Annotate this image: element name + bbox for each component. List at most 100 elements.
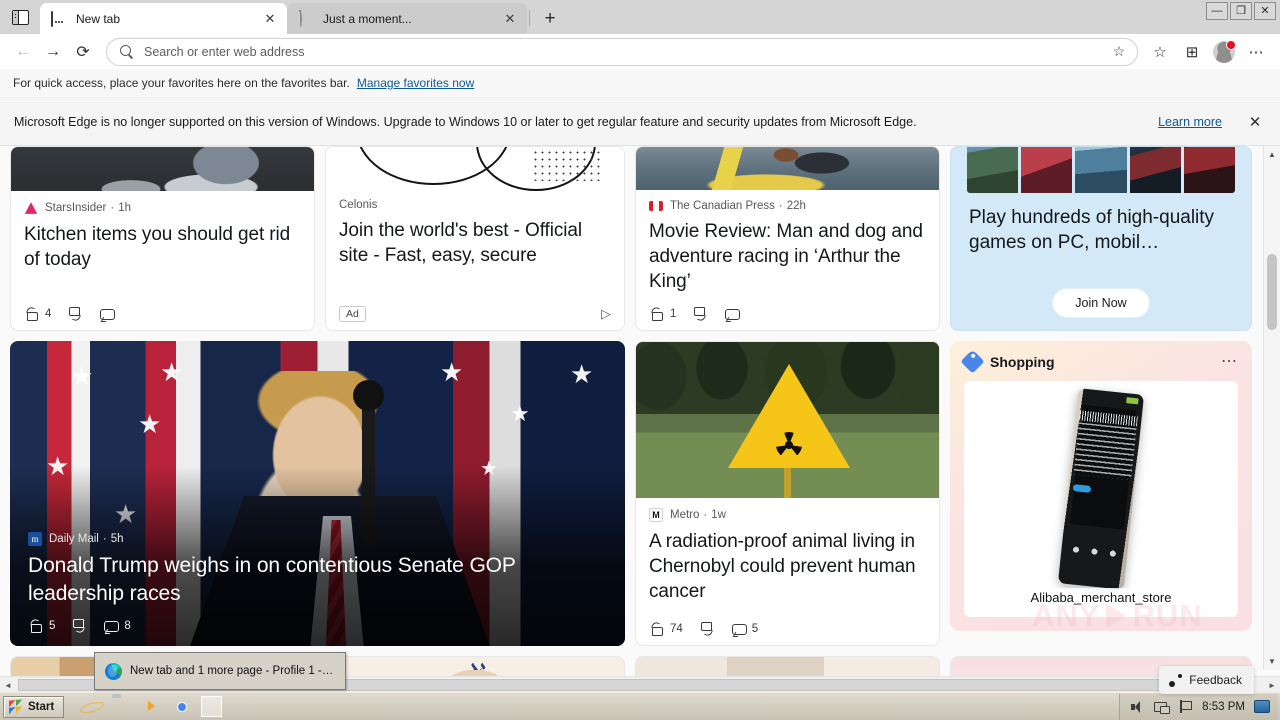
restore-button[interactable]: ❐ [1230,2,1252,20]
comment-button[interactable] [99,306,116,322]
comment-button[interactable] [724,306,741,322]
thumbs-up-icon [24,306,40,322]
vertical-scrollbar-thumb[interactable] [1267,254,1277,330]
ad-thumbnail [326,147,624,191]
shopping-product-card[interactable]: Alibaba_merchant_store [964,381,1238,617]
scroll-up-icon[interactable]: ▲ [1264,146,1280,163]
scroll-down-icon[interactable]: ▼ [1264,653,1280,670]
feedback-button[interactable]: Feedback [1159,666,1254,694]
profile-avatar-icon[interactable] [1208,38,1240,66]
shopping-title: Shopping [990,353,1055,370]
dislike-button[interactable] [692,306,708,322]
tab-title: Just a moment... [323,11,412,26]
minimize-button[interactable]: — [1206,2,1228,20]
card-source: m Daily Mail · 5h [28,532,607,546]
ad-info-icon[interactable]: ▷ [601,306,611,322]
card-actions: 5 8 [28,608,607,634]
ad-card-celonis[interactable]: Celonis Join the world's best - Official… [325,146,625,331]
source-name: Metro [670,509,700,521]
comment-icon [731,621,747,637]
windows-media-player-icon[interactable] [142,697,161,716]
windows-taskbar: Start 8:53 PM [0,692,1280,720]
ad-advertiser: Celonis [339,199,611,211]
quick-launch-bar [82,696,223,717]
system-tray: 8:53 PM [1119,693,1278,720]
thumbs-down-icon [692,306,708,322]
join-now-button[interactable]: Join Now [1052,288,1150,318]
microsoft-edge-icon[interactable] [201,696,223,717]
dislike-button[interactable] [67,306,83,322]
like-button[interactable]: 1 [649,306,676,322]
thumbs-up-icon [649,306,665,322]
banner-close-icon[interactable]: ✕ [1244,113,1266,131]
like-button[interactable]: 5 [28,618,55,634]
thumbs-up-icon [28,618,44,634]
like-count: 5 [49,620,56,632]
display-icon[interactable] [1254,700,1270,713]
tab-title: New tab [76,11,121,26]
windows-logo-icon [9,699,23,714]
price-tag-icon [960,349,985,374]
source-time: 5h [110,533,124,545]
comment-icon [724,306,741,322]
tab-new-tab[interactable]: New tab ✕ [40,3,287,34]
comment-button[interactable]: 8 [103,618,131,634]
google-chrome-icon[interactable] [172,697,191,716]
favorites-list-icon[interactable]: ☆ [1144,38,1176,66]
more-options-icon[interactable]: ⋯ [1221,353,1238,370]
dislike-button[interactable] [699,621,715,637]
news-feed: StarsInsider · 1h Kitchen items you shou… [0,146,1264,686]
thumbs-down-icon [699,621,715,637]
internet-explorer-icon[interactable] [82,697,101,716]
source-time: 1h [118,202,131,214]
comment-icon [99,306,116,322]
start-button[interactable]: Start [3,695,65,718]
new-tab-button[interactable]: + [536,4,564,32]
star-plus-icon[interactable]: ☆ [1107,40,1131,64]
card-actions: 1 [649,294,926,322]
news-card-daily-mail[interactable]: ★ ★ ★ ★ ★ ★ ★ ★ ★ [10,341,625,646]
card-headline: Kitchen items you should get rid of toda… [24,224,291,270]
vertical-scrollbar[interactable]: ▲ ▼ [1263,146,1280,670]
tab-divider [529,10,530,26]
network-icon[interactable] [1154,700,1171,714]
like-count: 74 [670,623,683,635]
back-button[interactable]: ← [8,38,38,66]
manage-favorites-link[interactable]: Manage favorites now [357,76,474,90]
like-button[interactable]: 4 [24,306,51,322]
shopping-panel: Shopping ⋯ Alibaba_merchant_store [950,341,1252,631]
collections-icon[interactable]: ⊞ [1176,38,1208,66]
source-time: 1w [711,509,726,521]
more-options-icon[interactable]: ⋯ [1240,38,1272,66]
news-card-starsinsider[interactable]: StarsInsider · 1h Kitchen items you shou… [10,146,315,331]
forward-button[interactable]: → [38,38,68,66]
close-button[interactable]: ✕ [1254,2,1276,20]
card-actions: 74 5 [649,609,926,637]
scroll-left-icon[interactable]: ◄ [0,677,16,693]
gamepass-promo-card[interactable]: Play hundreds of high-quality games on P… [950,146,1252,331]
tab-close-button[interactable]: ✕ [499,8,521,30]
card-actions: 4 [24,294,301,322]
taskbar-clock[interactable]: 8:53 PM [1202,701,1245,713]
scroll-right-icon[interactable]: ► [1264,677,1280,693]
security-flag-icon[interactable] [1178,699,1193,714]
dislike-button[interactable] [71,618,87,634]
refresh-button[interactable]: ⟳ [68,38,98,66]
like-count: 1 [670,308,677,320]
learn-more-link[interactable]: Learn more [1158,115,1222,129]
feedback-icon [1169,673,1183,687]
file-explorer-icon[interactable] [112,697,131,716]
tab-search-icon[interactable] [0,0,40,34]
source-time: 22h [786,200,806,212]
like-button[interactable]: 74 [649,621,683,637]
tab-just-a-moment[interactable]: Just a moment... ✕ [287,3,527,34]
tab-close-button[interactable]: ✕ [259,8,281,30]
address-bar[interactable]: Search or enter web address ☆ [106,37,1138,66]
thumbs-down-icon [71,618,87,634]
card-source: StarsInsider · 1h [24,201,301,215]
news-card-metro[interactable]: M Metro · 1w A radiation-proof animal li… [635,341,940,646]
card-source: M Metro · 1w [649,508,926,522]
news-card-canadian-press[interactable]: The Canadian Press · 22h Movie Review: M… [635,146,940,331]
volume-icon[interactable] [1130,700,1145,714]
comment-button[interactable]: 5 [731,621,758,637]
